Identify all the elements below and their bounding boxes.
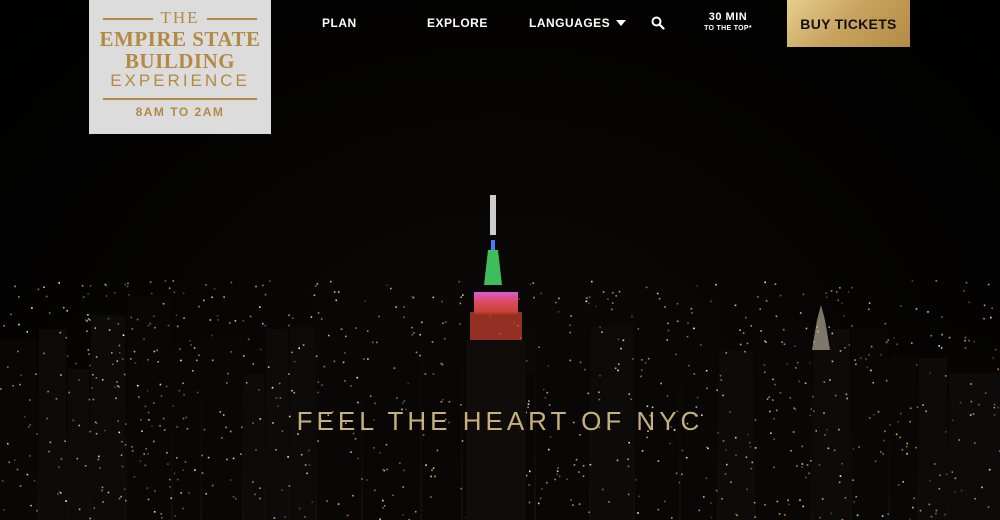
hero-headline: FEEL THE HEART OF NYC	[296, 406, 704, 436]
nav-languages-label: LANGUAGES	[529, 16, 611, 30]
page: THE EMPIRE STATE BUILDING EXPERIENCE 8AM…	[0, 0, 1000, 520]
logo-line2: BUILDING	[124, 49, 236, 73]
nav-plan[interactable]: PLAN	[322, 16, 357, 30]
logo-name: EMPIRE STATE BUILDING	[89, 28, 271, 72]
wait-time-caption: TO THE TOP*	[704, 25, 752, 32]
logo-experience: EXPERIENCE	[110, 71, 250, 90]
caret-down-icon	[616, 20, 627, 26]
logo-line1: EMPIRE STATE	[99, 27, 261, 51]
buy-tickets-button[interactable]: BUY TICKETS	[787, 0, 910, 47]
wait-time-value: 30 MIN	[708, 11, 748, 23]
logo-rule-bottom	[103, 98, 257, 100]
nav-explore[interactable]: EXPLORE	[427, 16, 488, 30]
search-icon[interactable]	[651, 16, 665, 30]
wait-time: 30 MIN TO THE TOP*	[696, 11, 760, 32]
opening-hours: 8AM TO 2AM	[135, 105, 225, 119]
logo-the: THE	[160, 8, 200, 27]
site-logo[interactable]: THE EMPIRE STATE BUILDING EXPERIENCE 8AM…	[89, 0, 271, 134]
nav-languages[interactable]: LANGUAGES	[529, 16, 627, 30]
